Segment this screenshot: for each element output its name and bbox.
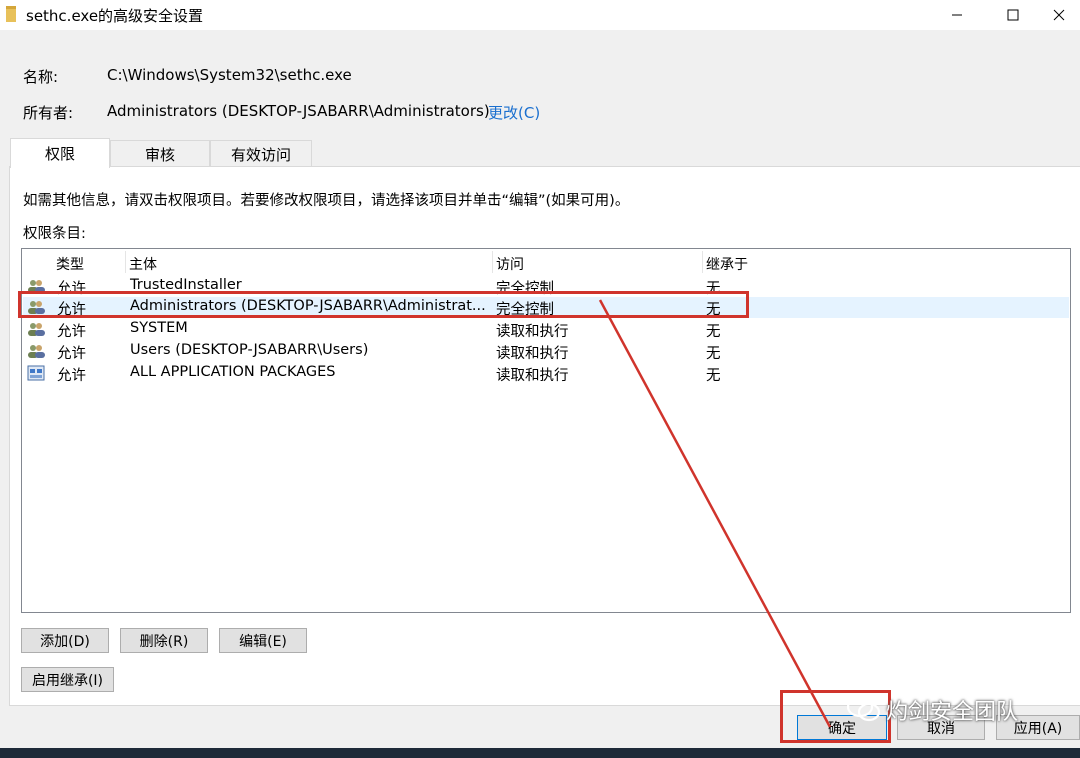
column-separator	[125, 251, 126, 273]
add-button[interactable]: 添加(D)	[21, 628, 109, 653]
maximize-icon	[1007, 9, 1019, 21]
owner-label: 所有者:	[23, 104, 74, 122]
entries-label: 权限条目:	[23, 226, 86, 242]
maximize-button[interactable]	[990, 0, 1036, 30]
cell-principal: SYSTEM	[130, 320, 188, 336]
table-row[interactable]: 允许 SYSTEM 读取和执行 无	[23, 319, 1069, 340]
hint-text: 如需其他信息，请双击权限项目。若要修改权限项目，请选择该项目并单击“编辑”(如果…	[23, 193, 630, 209]
cell-inherited-from: 无	[706, 346, 721, 362]
taskbar-strip	[0, 748, 1080, 758]
column-header-access[interactable]: 访问	[496, 254, 524, 274]
column-header-principal[interactable]: 主体	[129, 254, 157, 274]
watermark-text: 灼剑安全团队	[886, 700, 1019, 725]
cell-access: 读取和执行	[496, 368, 569, 384]
users-group-icon	[28, 345, 45, 358]
column-header-inherited-from[interactable]: 继承于	[706, 254, 748, 274]
owner-value: Administrators (DESKTOP-JSABARR\Administ…	[107, 102, 490, 120]
change-owner-link[interactable]: 更改(C)	[488, 102, 540, 123]
tab-effective-access[interactable]: 有效访问	[210, 140, 312, 167]
cell-principal: Users (DESKTOP-JSABARR\Users)	[130, 342, 369, 358]
table-row[interactable]: 允许 ALL APPLICATION PACKAGES 读取和执行 无	[23, 363, 1069, 384]
wechat-icon	[846, 696, 881, 722]
name-label: 名称:	[23, 68, 59, 86]
window-title: sethc.exe的高级安全设置	[26, 7, 204, 25]
close-icon	[1053, 9, 1065, 21]
table-row[interactable]: 允许 Users (DESKTOP-JSABARR\Users) 读取和执行 无	[23, 341, 1069, 362]
close-button[interactable]	[1036, 0, 1080, 30]
name-value: C:\Windows\System32\sethc.exe	[107, 66, 352, 84]
title-bar: sethc.exe的高级安全设置	[0, 0, 1080, 30]
minimize-button[interactable]	[934, 0, 980, 30]
minimize-icon	[952, 14, 962, 16]
cell-access: 读取和执行	[496, 324, 569, 340]
cell-access: 读取和执行	[496, 346, 569, 362]
edit-button[interactable]: 编辑(E)	[219, 628, 307, 653]
folder-icon	[6, 6, 16, 22]
highlight-box-selected-row	[18, 291, 749, 318]
users-group-icon	[28, 323, 45, 336]
remove-button[interactable]: 删除(R)	[120, 628, 208, 653]
tab-auditing[interactable]: 审核	[110, 140, 210, 167]
cell-type: 允许	[57, 324, 86, 340]
column-separator	[702, 251, 703, 273]
tab-permissions[interactable]: 权限	[10, 138, 110, 168]
column-header-type[interactable]: 类型	[56, 254, 84, 274]
cell-type: 允许	[57, 368, 86, 384]
cell-inherited-from: 无	[706, 324, 721, 340]
cell-inherited-from: 无	[706, 368, 721, 384]
cell-principal: ALL APPLICATION PACKAGES	[130, 364, 336, 380]
column-separator	[492, 251, 493, 273]
app-packages-icon	[27, 365, 45, 381]
enable-inheritance-button[interactable]: 启用继承(I)	[21, 667, 114, 692]
cell-type: 允许	[57, 346, 86, 362]
